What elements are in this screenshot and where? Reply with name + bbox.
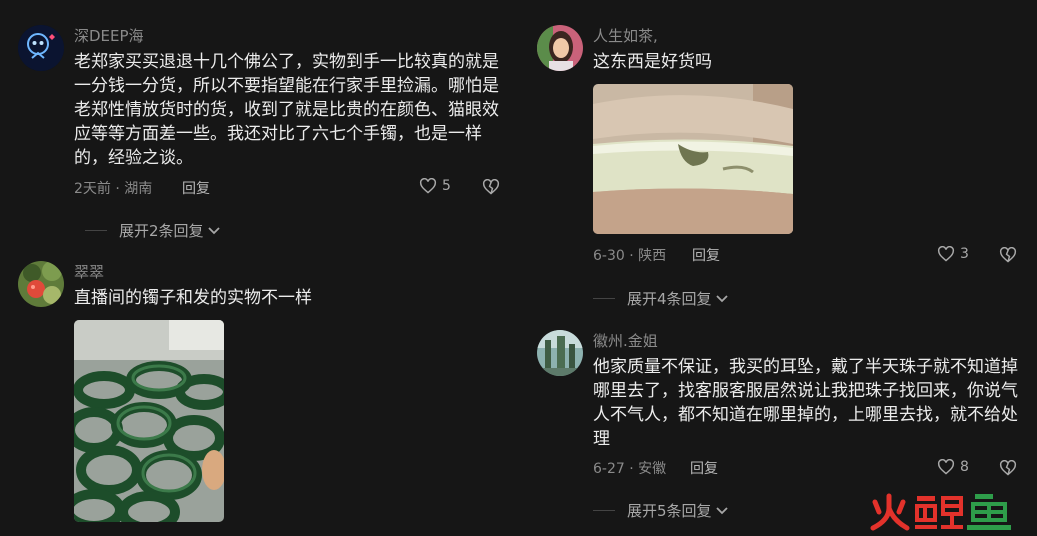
expand-replies-button[interactable]: 展开5条回复 <box>593 500 729 521</box>
reply-button[interactable]: 回复 <box>690 458 718 478</box>
comment-username[interactable]: 翠翠 <box>74 261 104 282</box>
comment-username[interactable]: 深DEEP海 <box>74 25 144 46</box>
watermark-logo-graphic <box>870 493 1011 531</box>
expand-replies-label: 展开4条回复 <box>627 290 712 308</box>
right-column: 人生如茶, 这东西是好货吗 6-30 · 陕西 回复 3 展开4条回复 徽州.金… <box>519 0 1037 536</box>
watermark-logo <box>867 490 1017 532</box>
chevron-down-icon <box>715 506 728 514</box>
avatar-robot-icon <box>18 25 64 71</box>
like-count: 3 <box>960 246 969 262</box>
bangle-photo <box>593 84 793 234</box>
broken-heart-icon <box>999 246 1017 263</box>
like-count: 8 <box>960 459 969 475</box>
left-column: 深DEEP海 老郑家买买退退十几个佛公了，实物到手一比较真的就是一分钱一分货，所… <box>0 0 518 536</box>
comment-username[interactable]: 徽州.金姐 <box>593 330 658 351</box>
reply-button[interactable]: 回复 <box>182 178 210 198</box>
chevron-down-icon <box>207 226 220 234</box>
avatar[interactable] <box>18 261 64 307</box>
comment-image-bangle[interactable] <box>593 84 793 234</box>
avatar[interactable] <box>18 25 64 71</box>
expand-replies-label: 展开5条回复 <box>627 502 712 520</box>
chevron-down-icon <box>715 294 728 302</box>
broken-heart-icon <box>482 178 500 195</box>
expand-replies-button[interactable]: 展开2条回复 <box>85 220 221 241</box>
heart-icon <box>937 246 955 262</box>
like-button[interactable]: 8 <box>937 459 969 475</box>
comment-username[interactable]: 人生如茶, <box>593 25 658 46</box>
expand-replies-label: 展开2条回复 <box>119 222 204 240</box>
comment-meta: 6-30 · 陕西 <box>593 248 667 264</box>
heart-icon <box>937 459 955 475</box>
like-button[interactable]: 5 <box>419 178 451 194</box>
reply-button[interactable]: 回复 <box>692 245 720 265</box>
comment-meta: 6-27 · 安徽 <box>593 461 667 477</box>
avatar[interactable] <box>537 330 583 376</box>
avatar[interactable] <box>537 25 583 71</box>
expand-replies-button[interactable]: 展开4条回复 <box>593 288 729 309</box>
dislike-button[interactable] <box>999 459 1017 480</box>
like-button[interactable]: 3 <box>937 246 969 262</box>
comment-text: 这东西是好货吗 <box>593 52 712 72</box>
broken-heart-icon <box>999 459 1017 476</box>
avatar-fruit-icon <box>18 261 64 307</box>
like-count: 5 <box>442 178 451 194</box>
avatar-portrait-icon <box>537 25 583 71</box>
comment-text: 老郑家买买退退十几个佛公了，实物到手一比较真的就是一分钱一分货，所以不要指望能在… <box>74 52 499 168</box>
comment-meta: 2天前 · 湖南 <box>74 181 153 197</box>
divider <box>593 510 615 511</box>
divider <box>593 298 615 299</box>
comment-text: 直播间的镯子和发的实物不一样 <box>74 288 312 308</box>
dislike-button[interactable] <box>482 178 500 199</box>
divider <box>85 230 107 231</box>
bangles-photo <box>74 320 224 522</box>
comment-image-bangles[interactable] <box>74 320 224 522</box>
avatar-landscape-icon <box>537 330 583 376</box>
comment-text: 他家质量不保证，我买的耳坠，戴了半天珠子就不知道掉哪里去了，找客服客服居然说让我… <box>593 357 1018 449</box>
heart-icon <box>419 178 437 194</box>
dislike-button[interactable] <box>999 246 1017 267</box>
